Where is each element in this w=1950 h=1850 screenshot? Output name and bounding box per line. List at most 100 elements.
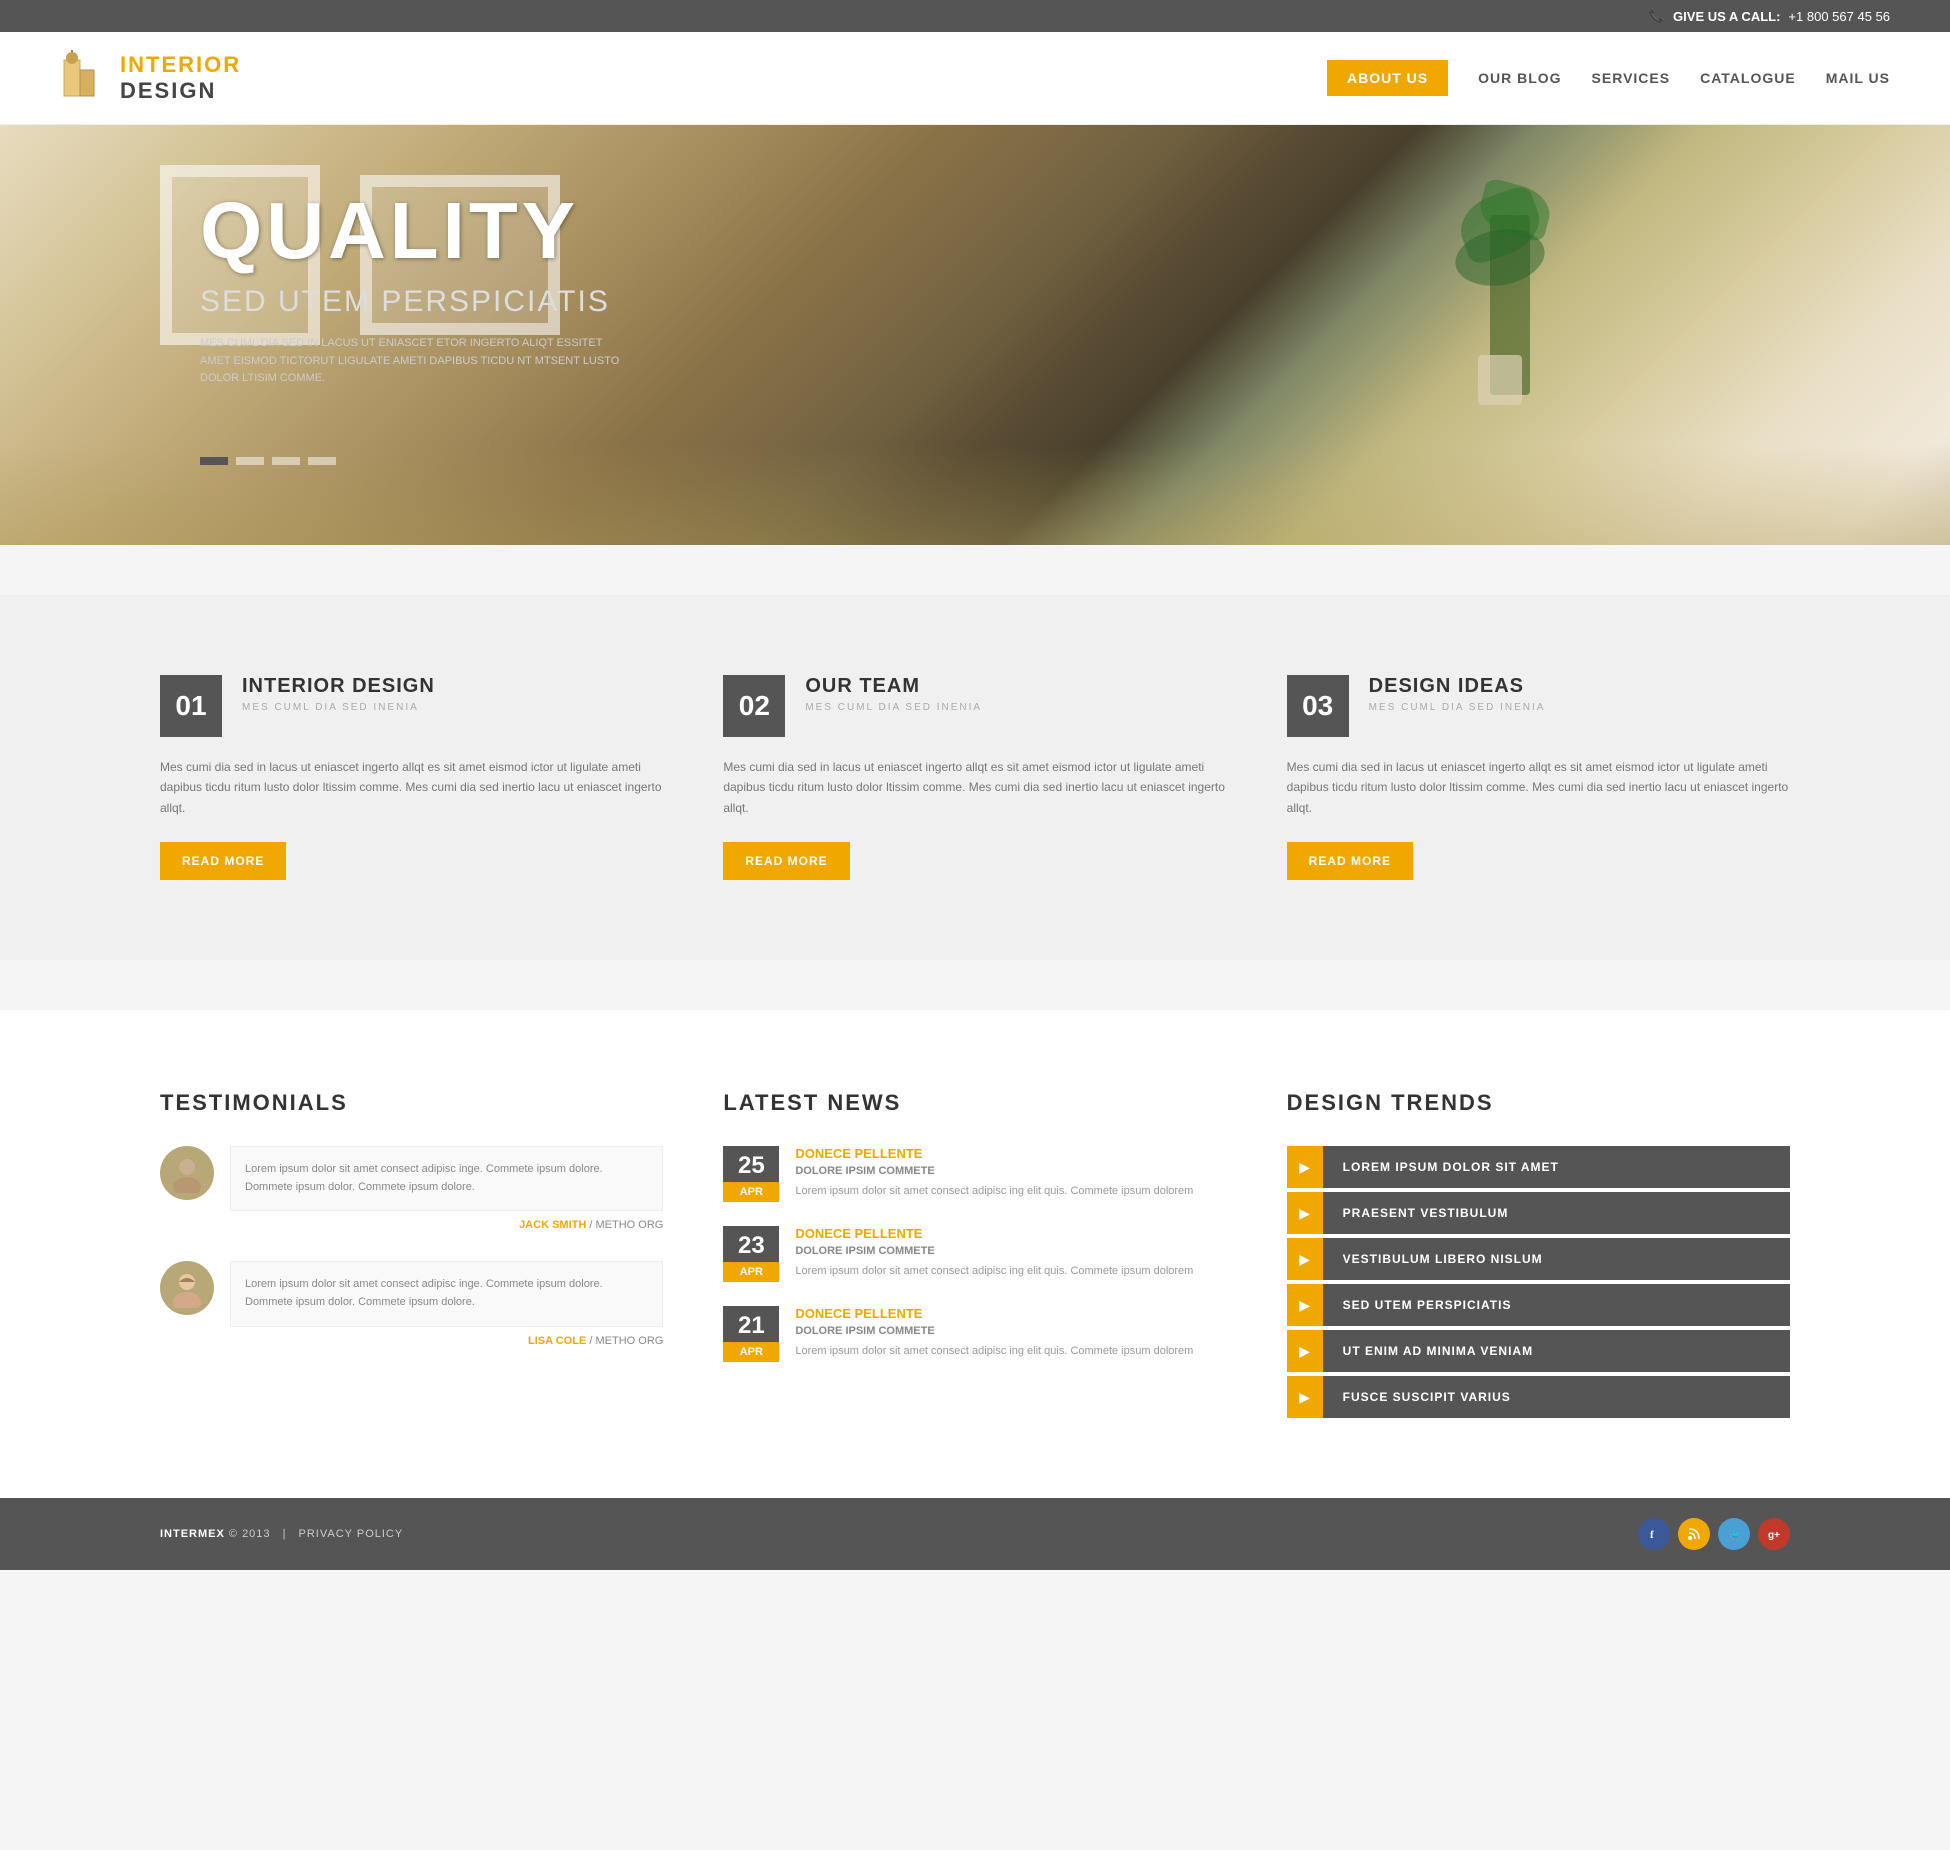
- trend-5[interactable]: ▶ UT ENIM AD MINIMA VENIAM: [1287, 1330, 1790, 1372]
- top-bar: 📞 GIVE US A CALL: +1 800 567 45 56: [0, 0, 1950, 32]
- nav-about[interactable]: ABOUT US: [1327, 60, 1448, 96]
- news-3-date-box: 21 APR: [723, 1306, 779, 1362]
- nav-mail[interactable]: MAIL US: [1826, 70, 1890, 86]
- footer-copy: INTERMEX © 2013 | PRIVACY POLICY: [160, 1528, 403, 1540]
- news-2-subtitle: DOLORE IPSIM COMMETE: [795, 1245, 1193, 1257]
- trend-1[interactable]: ▶ LOREM IPSUM DOLOR SIT AMET: [1287, 1146, 1790, 1188]
- testimonial-1-org: METHO ORG: [595, 1219, 663, 1231]
- testimonial-1-author: JACK SMITH / METHO ORG: [230, 1219, 663, 1231]
- svg-text:🐦: 🐦: [1728, 1530, 1740, 1541]
- trend-5-arrow: ▶: [1287, 1330, 1323, 1372]
- news-3-text: Lorem ipsum dolor sit amet consect adipi…: [795, 1343, 1193, 1361]
- feature-3-subtitle: MES CUML DIA SED INENIA: [1369, 702, 1546, 713]
- trend-1-label: LOREM IPSUM DOLOR SIT AMET: [1323, 1146, 1790, 1188]
- trend-5-label: UT ENIM AD MINIMA VENIAM: [1323, 1330, 1790, 1372]
- testimonial-2-org: METHO ORG: [595, 1335, 663, 1347]
- testimonial-2-author: LISA COLE / METHO ORG: [230, 1335, 663, 1347]
- feature-2-readmore[interactable]: READ MORE: [723, 842, 849, 880]
- design-trends-section: DESIGN TRENDS ▶ LOREM IPSUM DOLOR SIT AM…: [1287, 1090, 1790, 1418]
- feature-1-header: 01 INTERIOR DESIGN MES CUML DIA SED INEN…: [160, 675, 663, 737]
- phone-icon: 📞: [1649, 8, 1665, 24]
- feature-3-title: DESIGN IDEAS: [1369, 675, 1546, 698]
- feature-1-readmore[interactable]: READ MORE: [160, 842, 286, 880]
- social-facebook-icon[interactable]: f: [1638, 1518, 1670, 1550]
- news-2-link[interactable]: DONECE PELLENTE: [795, 1226, 1193, 1241]
- news-3-day: 21: [723, 1306, 779, 1342]
- feature-3-readmore[interactable]: READ MORE: [1287, 842, 1413, 880]
- testimonial-2-text: Lorem ipsum dolor sit amet consect adipi…: [230, 1261, 663, 1326]
- news-1-text: Lorem ipsum dolor sit amet consect adipi…: [795, 1183, 1193, 1201]
- testimonial-2-content: Lorem ipsum dolor sit amet consect adipi…: [230, 1261, 663, 1346]
- trend-3[interactable]: ▶ VESTIBULUM LIBERO NISLUM: [1287, 1238, 1790, 1280]
- hero-subtitle: SED UTEM PERSPICIATIS: [200, 285, 620, 319]
- news-3: 21 APR DONECE PELLENTE DOLORE IPSIM COMM…: [723, 1306, 1226, 1362]
- hero-dot-1[interactable]: [200, 457, 228, 465]
- latest-news-section: LATEST NEWS 25 APR DONECE PELLENTE DOLOR…: [723, 1090, 1226, 1418]
- feature-3-number: 03: [1287, 675, 1349, 737]
- social-twitter-icon[interactable]: 🐦: [1718, 1518, 1750, 1550]
- footer-year: © 2013: [229, 1528, 271, 1540]
- nav-services[interactable]: SERVICES: [1592, 70, 1671, 86]
- news-1-content: DONECE PELLENTE DOLORE IPSIM COMMETE Lor…: [795, 1146, 1193, 1201]
- hero-section: QUALITY SED UTEM PERSPICIATIS MES CUML D…: [0, 125, 1950, 545]
- testimonial-1-name: JACK SMITH: [519, 1219, 586, 1231]
- avatar-male: [160, 1146, 214, 1200]
- feature-3-text: Mes cumi dia sed in lacus ut eniascet in…: [1287, 757, 1790, 818]
- header: INTERIOR DESIGN ABOUT US OUR BLOG SERVIC…: [0, 32, 1950, 125]
- feature-1-title: INTERIOR DESIGN: [242, 675, 435, 698]
- news-3-link[interactable]: DONECE PELLENTE: [795, 1306, 1193, 1321]
- news-1-subtitle: DOLORE IPSIM COMMETE: [795, 1165, 1193, 1177]
- news-3-content: DONECE PELLENTE DOLORE IPSIM COMMETE Lor…: [795, 1306, 1193, 1361]
- news-3-month: APR: [723, 1342, 779, 1362]
- testimonial-2-avatar: [160, 1261, 214, 1315]
- bottom-sections: TESTIMONIALS Lorem ipsum dolor sit amet …: [0, 1010, 1950, 1498]
- svg-text:f: f: [1650, 1529, 1654, 1541]
- trends-title: DESIGN TRENDS: [1287, 1090, 1790, 1116]
- topbar-phone: +1 800 567 45 56: [1788, 9, 1890, 24]
- social-rss-icon[interactable]: [1678, 1518, 1710, 1550]
- trend-2[interactable]: ▶ PRAESENT VESTIBULUM: [1287, 1192, 1790, 1234]
- feature-2-title-block: OUR TEAM MES CUML DIA SED INENIA: [805, 675, 982, 713]
- footer-privacy-link[interactable]: PRIVACY POLICY: [299, 1528, 404, 1540]
- nav-catalogue[interactable]: CATALOGUE: [1700, 70, 1796, 86]
- feature-2-title: OUR TEAM: [805, 675, 982, 698]
- hero-dot-3[interactable]: [272, 457, 300, 465]
- logo-text: INTERIOR DESIGN: [120, 52, 241, 104]
- hero-content: QUALITY SED UTEM PERSPICIATIS MES CUML D…: [200, 185, 620, 388]
- footer: INTERMEX © 2013 | PRIVACY POLICY f 🐦 g+: [0, 1498, 1950, 1570]
- hero-dot-2[interactable]: [236, 457, 264, 465]
- trend-6[interactable]: ▶ FUSCE SUSCIPIT VARIUS: [1287, 1376, 1790, 1418]
- spacer2: [0, 960, 1950, 1010]
- trends-list: ▶ LOREM IPSUM DOLOR SIT AMET ▶ PRAESENT …: [1287, 1146, 1790, 1418]
- news-2-day: 23: [723, 1226, 779, 1262]
- news-2-content: DONECE PELLENTE DOLORE IPSIM COMMETE Lor…: [795, 1226, 1193, 1281]
- news-1: 25 APR DONECE PELLENTE DOLORE IPSIM COMM…: [723, 1146, 1226, 1202]
- logo-icon: [60, 50, 108, 106]
- testimonial-1-avatar: [160, 1146, 214, 1200]
- footer-brand: INTERMEX: [160, 1528, 225, 1540]
- social-google-icon[interactable]: g+: [1758, 1518, 1790, 1550]
- testimonial-2: Lorem ipsum dolor sit amet consect adipi…: [160, 1261, 663, 1346]
- feature-1-subtitle: MES CUML DIA SED INENIA: [242, 702, 435, 713]
- topbar-cta: GIVE US A CALL:: [1673, 9, 1780, 24]
- feature-1-text: Mes cumi dia sed in lacus ut eniascet in…: [160, 757, 663, 818]
- news-1-link[interactable]: DONECE PELLENTE: [795, 1146, 1193, 1161]
- news-2: 23 APR DONECE PELLENTE DOLORE IPSIM COMM…: [723, 1226, 1226, 1282]
- features-section: 01 INTERIOR DESIGN MES CUML DIA SED INEN…: [0, 595, 1950, 960]
- feature-3-title-block: DESIGN IDEAS MES CUML DIA SED INENIA: [1369, 675, 1546, 713]
- trend-4[interactable]: ▶ SED UTEM PERSPICIATIS: [1287, 1284, 1790, 1326]
- nav-blog[interactable]: OUR BLOG: [1478, 70, 1561, 86]
- news-1-month: APR: [723, 1182, 779, 1202]
- features-grid: 01 INTERIOR DESIGN MES CUML DIA SED INEN…: [160, 675, 1790, 880]
- feature-1-title-block: INTERIOR DESIGN MES CUML DIA SED INENIA: [242, 675, 435, 713]
- testimonials-title: TESTIMONIALS: [160, 1090, 663, 1116]
- trend-2-label: PRAESENT VESTIBULUM: [1323, 1192, 1790, 1234]
- feature-2-header: 02 OUR TEAM MES CUML DIA SED INENIA: [723, 675, 1226, 737]
- trend-3-arrow: ▶: [1287, 1238, 1323, 1280]
- trend-2-arrow: ▶: [1287, 1192, 1323, 1234]
- hero-dot-4[interactable]: [308, 457, 336, 465]
- hero-plant: [1450, 155, 1570, 455]
- news-2-date-box: 23 APR: [723, 1226, 779, 1282]
- trend-1-arrow: ▶: [1287, 1146, 1323, 1188]
- svg-text:g+: g+: [1768, 1530, 1780, 1541]
